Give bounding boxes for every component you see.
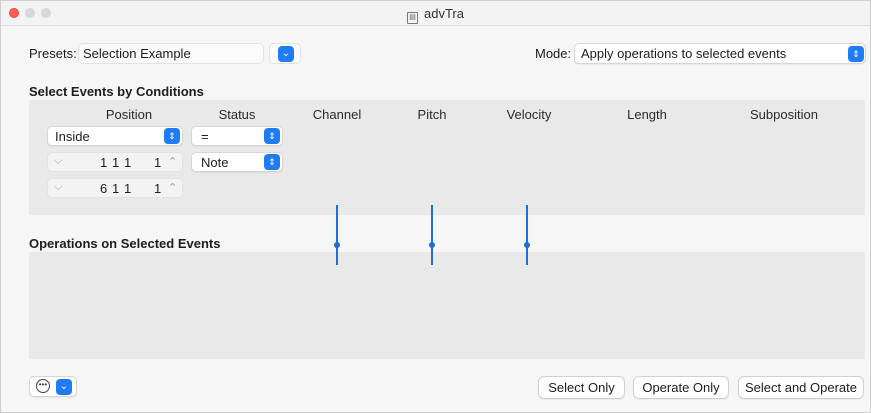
column-pitch: Pitch: [417, 107, 447, 122]
chevron-updown-icon: ⇕: [164, 128, 180, 144]
status-condition-popup[interactable]: = ⇕: [191, 126, 283, 146]
chevron-down-icon: ⌄: [56, 379, 72, 395]
status-value-popup[interactable]: Note ⇕: [191, 152, 283, 172]
operate-only-button[interactable]: Operate Only: [633, 376, 729, 399]
column-velocity: Velocity: [506, 107, 552, 122]
column-status: Status: [218, 107, 256, 122]
presets-label: Presets:: [29, 46, 77, 61]
channel-connector-line: [336, 205, 338, 265]
pitch-connector-handle[interactable]: [429, 242, 435, 248]
mode-label: Mode:: [535, 46, 572, 61]
action-menu-button[interactable]: ••• ⌄: [29, 376, 77, 397]
column-length: Length: [627, 107, 667, 122]
ellipsis-circle-icon: •••: [36, 379, 50, 393]
mode-popup[interactable]: Apply operations to selected events ⇕: [574, 43, 866, 64]
increment-icon[interactable]: ⌃: [168, 155, 177, 168]
presets-value: Selection Example: [83, 46, 191, 61]
position-condition-value: Inside: [55, 129, 90, 144]
chevron-updown-icon: ⇕: [848, 46, 864, 62]
to-div: 1: [124, 181, 132, 196]
column-subposition: Subposition: [750, 107, 818, 122]
from-beat: 1: [112, 155, 120, 170]
channel-connector-handle[interactable]: [334, 242, 340, 248]
velocity-connector-handle[interactable]: [524, 242, 530, 248]
to-bar: 6: [100, 181, 108, 196]
decrement-icon[interactable]: ⌵: [54, 155, 62, 168]
increment-icon[interactable]: ⌃: [168, 181, 177, 194]
pitch-connector-line: [431, 205, 433, 265]
status-value: Note: [201, 155, 229, 170]
presets-menu-button[interactable]: ⌄: [269, 43, 301, 64]
operations-panel: [29, 252, 865, 359]
position-from-field[interactable]: ⌵ 1 1 1 1 ⌃: [47, 152, 183, 172]
mode-value: Apply operations to selected events: [581, 46, 787, 61]
from-tick: 1: [154, 155, 162, 170]
operations-section-title: Operations on Selected Events: [29, 236, 221, 251]
to-beat: 1: [112, 181, 120, 196]
to-tick: 1: [154, 181, 162, 196]
from-bar: 1: [100, 155, 108, 170]
column-position: Position: [105, 107, 153, 122]
window-title-text: advTra: [424, 6, 464, 21]
status-condition-value: =: [201, 129, 209, 144]
presets-field[interactable]: Selection Example: [78, 43, 264, 64]
velocity-connector-line: [526, 205, 528, 265]
chevron-updown-icon: ⇕: [264, 154, 280, 170]
select-section-title: Select Events by Conditions: [29, 84, 204, 99]
document-icon: ▤: [407, 12, 418, 24]
position-condition-popup[interactable]: Inside ⇕: [47, 126, 183, 146]
window-title: ▤ advTra: [1, 6, 870, 24]
from-div: 1: [124, 155, 132, 170]
chevron-down-icon: ⌄: [278, 46, 294, 62]
column-channel: Channel: [312, 107, 362, 122]
select-only-button[interactable]: Select Only: [538, 376, 625, 399]
decrement-icon[interactable]: ⌵: [54, 181, 62, 194]
title-bar: ▤ advTra: [1, 1, 870, 26]
window: ▤ advTra Presets: Selection Example ⌄ Mod…: [0, 0, 871, 413]
position-to-field[interactable]: ⌵ 6 1 1 1 ⌃: [47, 178, 183, 198]
chevron-updown-icon: ⇕: [264, 128, 280, 144]
select-and-operate-button[interactable]: Select and Operate: [738, 376, 864, 399]
